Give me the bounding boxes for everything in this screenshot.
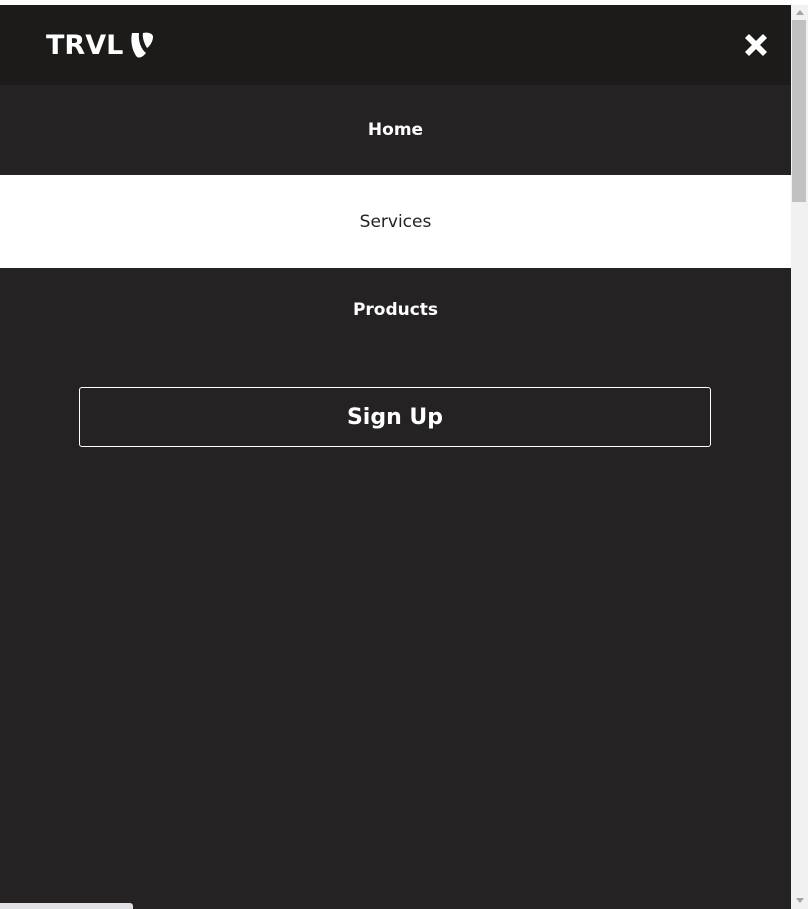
nav-item-label: Products xyxy=(352,300,439,320)
nav-item-home[interactable]: Home xyxy=(0,85,791,175)
nav-item-label: Services xyxy=(359,211,432,232)
nav-item-services[interactable]: Services xyxy=(0,175,791,268)
status-bar-tab xyxy=(0,903,133,909)
mobile-menu-overlay: TRVL Home Services Products Sign Up xyxy=(0,5,791,909)
sign-up-button[interactable]: Sign Up xyxy=(79,387,711,447)
scroll-down-arrow-icon[interactable] xyxy=(796,898,804,903)
sign-up-label: Sign Up xyxy=(346,404,444,430)
scroll-up-arrow-icon[interactable] xyxy=(796,10,804,15)
brand-name: TRVL xyxy=(46,29,124,61)
brand-logo[interactable]: TRVL xyxy=(46,27,155,63)
menu-header: TRVL xyxy=(0,5,791,85)
close-icon[interactable] xyxy=(740,29,772,61)
nav-item-products[interactable]: Products xyxy=(0,268,791,352)
typo3-logo-icon xyxy=(129,31,155,59)
nav-item-label: Home xyxy=(367,120,424,140)
scrollbar-thumb[interactable] xyxy=(792,20,806,202)
